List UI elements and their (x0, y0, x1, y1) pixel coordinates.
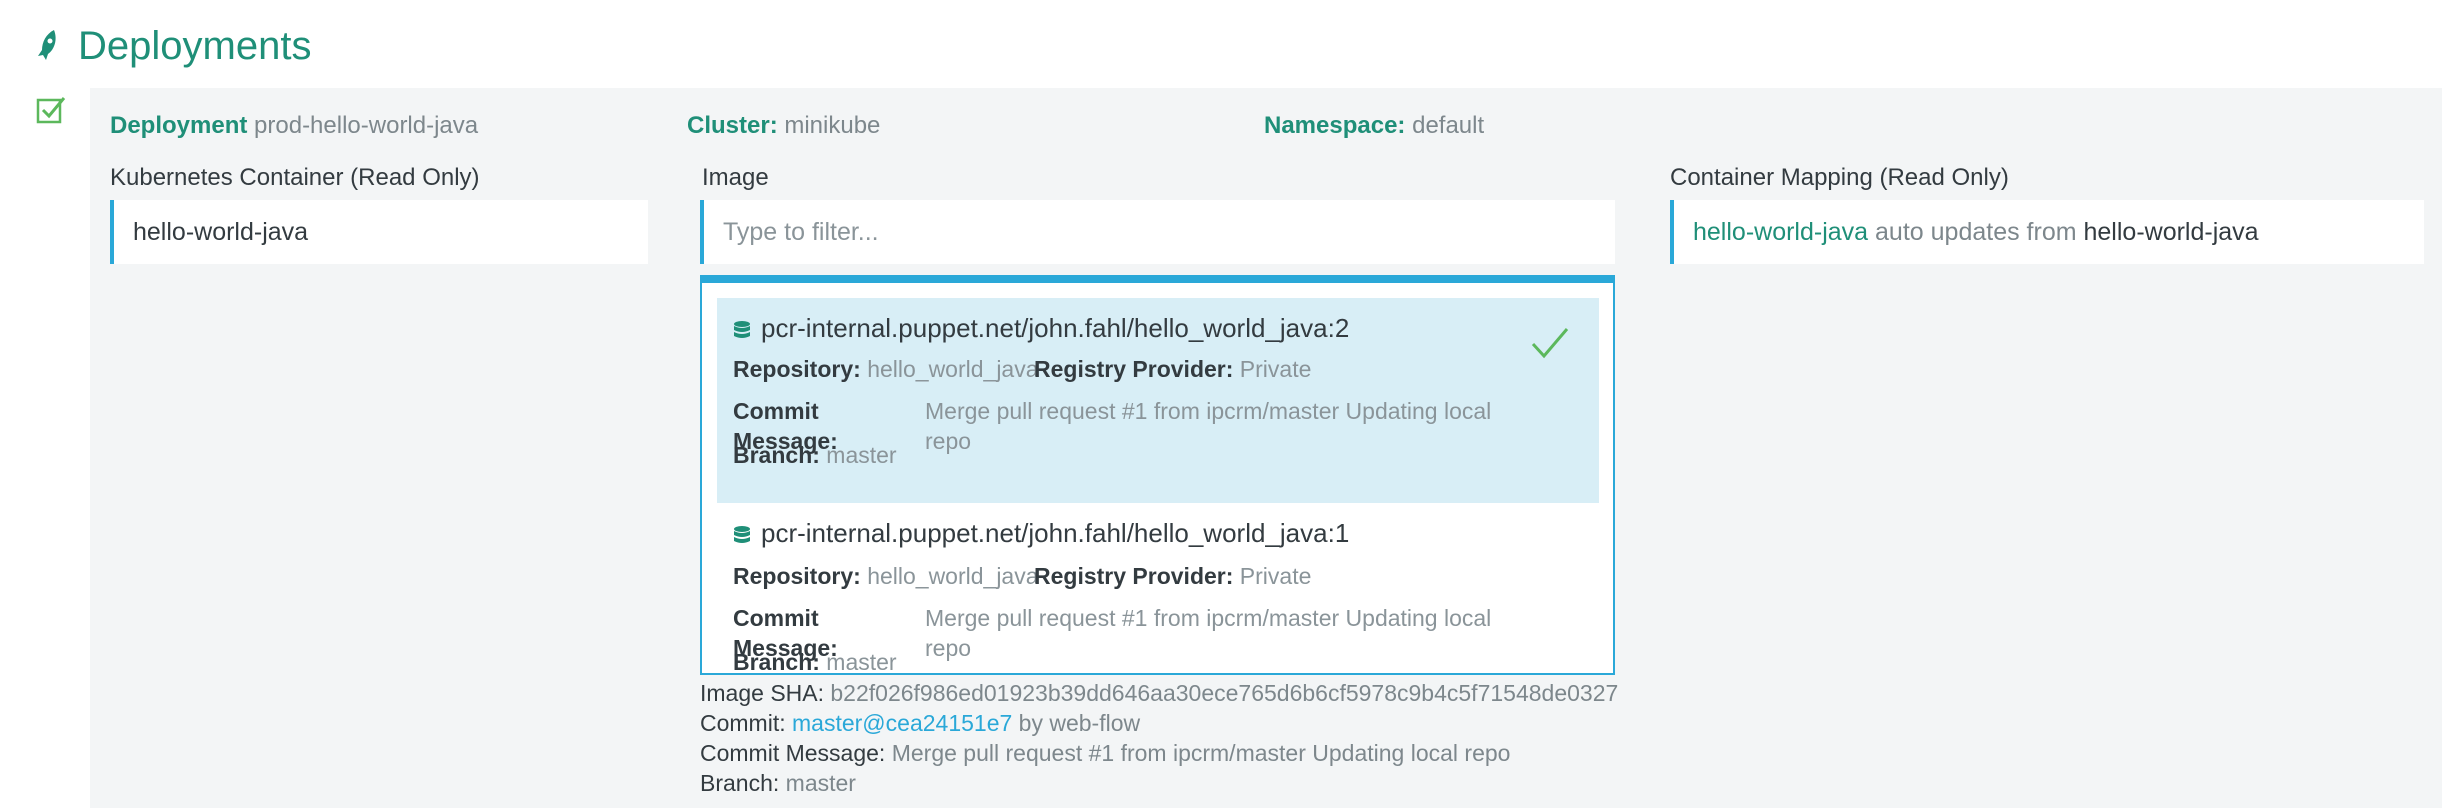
repository-value: hello_world_java (867, 563, 1039, 589)
image-option-title: pcr-internal.puppet.net/john.fahl/hello_… (761, 518, 1350, 548)
image-option[interactable]: pcr-internal.puppet.net/john.fahl/hello_… (717, 298, 1599, 503)
commit-label: Commit: (700, 710, 786, 736)
registry-label: Registry Provider: (1034, 563, 1234, 589)
container-field: hello-world-java (110, 200, 648, 264)
image-sha: Image SHA: b22f026f986ed01923b39dd646aa3… (700, 678, 1618, 708)
mapping-connector: auto updates from (1875, 218, 2077, 246)
container-label: Kubernetes Container (Read Only) (110, 164, 480, 191)
branch-detail-value: master (785, 770, 856, 796)
mapping-field: hello-world-java auto updates from hello… (1670, 200, 2424, 264)
image-option-title: pcr-internal.puppet.net/john.fahl/hello_… (761, 313, 1350, 343)
namespace-label: Namespace: (1264, 112, 1406, 139)
branch-label: Branch: (733, 649, 820, 675)
branch-line: Branch: master (733, 647, 897, 675)
commit-message-value: Merge pull request #1 from ipcrm/master … (925, 605, 1492, 661)
repository-line: Repository: hello_world_java (733, 354, 1039, 384)
page-title: Deployments (78, 24, 312, 68)
namespace-info: Namespace: default (1264, 108, 1484, 144)
registry-line: Registry Provider: Private (1034, 561, 1311, 591)
mapping-container: hello-world-java (1693, 218, 1869, 246)
mapping-label: Container Mapping (Read Only) (1670, 164, 2009, 191)
checkmark-icon (1531, 328, 1569, 359)
database-icon (734, 321, 750, 338)
image-sha-label: Image SHA: (700, 680, 824, 706)
branch-label: Branch: (733, 442, 820, 468)
commit-link[interactable]: master@cea24151e7 (792, 710, 1012, 736)
mapping-source: hello-world-java (2083, 218, 2259, 246)
repository-value: hello_world_java (867, 356, 1039, 382)
deployment-value: prod-hello-world-java (254, 112, 479, 139)
branch-value: master (826, 649, 897, 675)
branch-line: Branch: master (733, 440, 897, 470)
image-filter-input[interactable] (700, 200, 1615, 264)
commit-message-detail-label: Commit Message: (700, 740, 886, 766)
checkbox-checked-icon[interactable] (36, 95, 66, 125)
commit-message-detail-value: Merge pull request #1 from ipcrm/master … (891, 740, 1511, 766)
deployment-label: Deployment (110, 112, 248, 139)
registry-value: Private (1239, 563, 1312, 589)
rocket-icon (38, 30, 56, 60)
cluster-value: minikube (784, 112, 881, 139)
commit-message: Commit Message: Merge pull request #1 fr… (700, 738, 1510, 768)
namespace-value: default (1412, 112, 1485, 139)
image-option[interactable]: pcr-internal.puppet.net/john.fahl/hello_… (717, 503, 1599, 675)
commit-info: Commit: master@cea24151e7 by web-flow (700, 708, 1140, 738)
registry-value: Private (1239, 356, 1312, 382)
branch-value: master (826, 442, 897, 468)
registry-label: Registry Provider: (1034, 356, 1234, 382)
cluster-label: Cluster: (687, 112, 778, 139)
image-label: Image (702, 164, 769, 191)
commit-author: by web-flow (1018, 710, 1141, 736)
database-icon (734, 526, 750, 543)
deployment-name: Deployment prod-hello-world-java (110, 108, 478, 144)
commit-message-value: Merge pull request #1 from ipcrm/master … (925, 398, 1492, 454)
branch-info: Branch: master (700, 768, 856, 798)
repository-line: Repository: hello_world_java (733, 561, 1039, 591)
registry-line: Registry Provider: Private (1034, 354, 1311, 384)
repository-label: Repository: (733, 563, 861, 589)
image-dropdown[interactable]: pcr-internal.puppet.net/john.fahl/hello_… (700, 275, 1615, 675)
repository-label: Repository: (733, 356, 861, 382)
cluster-info: Cluster: minikube (687, 108, 880, 144)
image-sha-value: b22f026f986ed01923b39dd646aa30ece765d6b6… (830, 680, 1619, 706)
branch-detail-label: Branch: (700, 770, 780, 796)
